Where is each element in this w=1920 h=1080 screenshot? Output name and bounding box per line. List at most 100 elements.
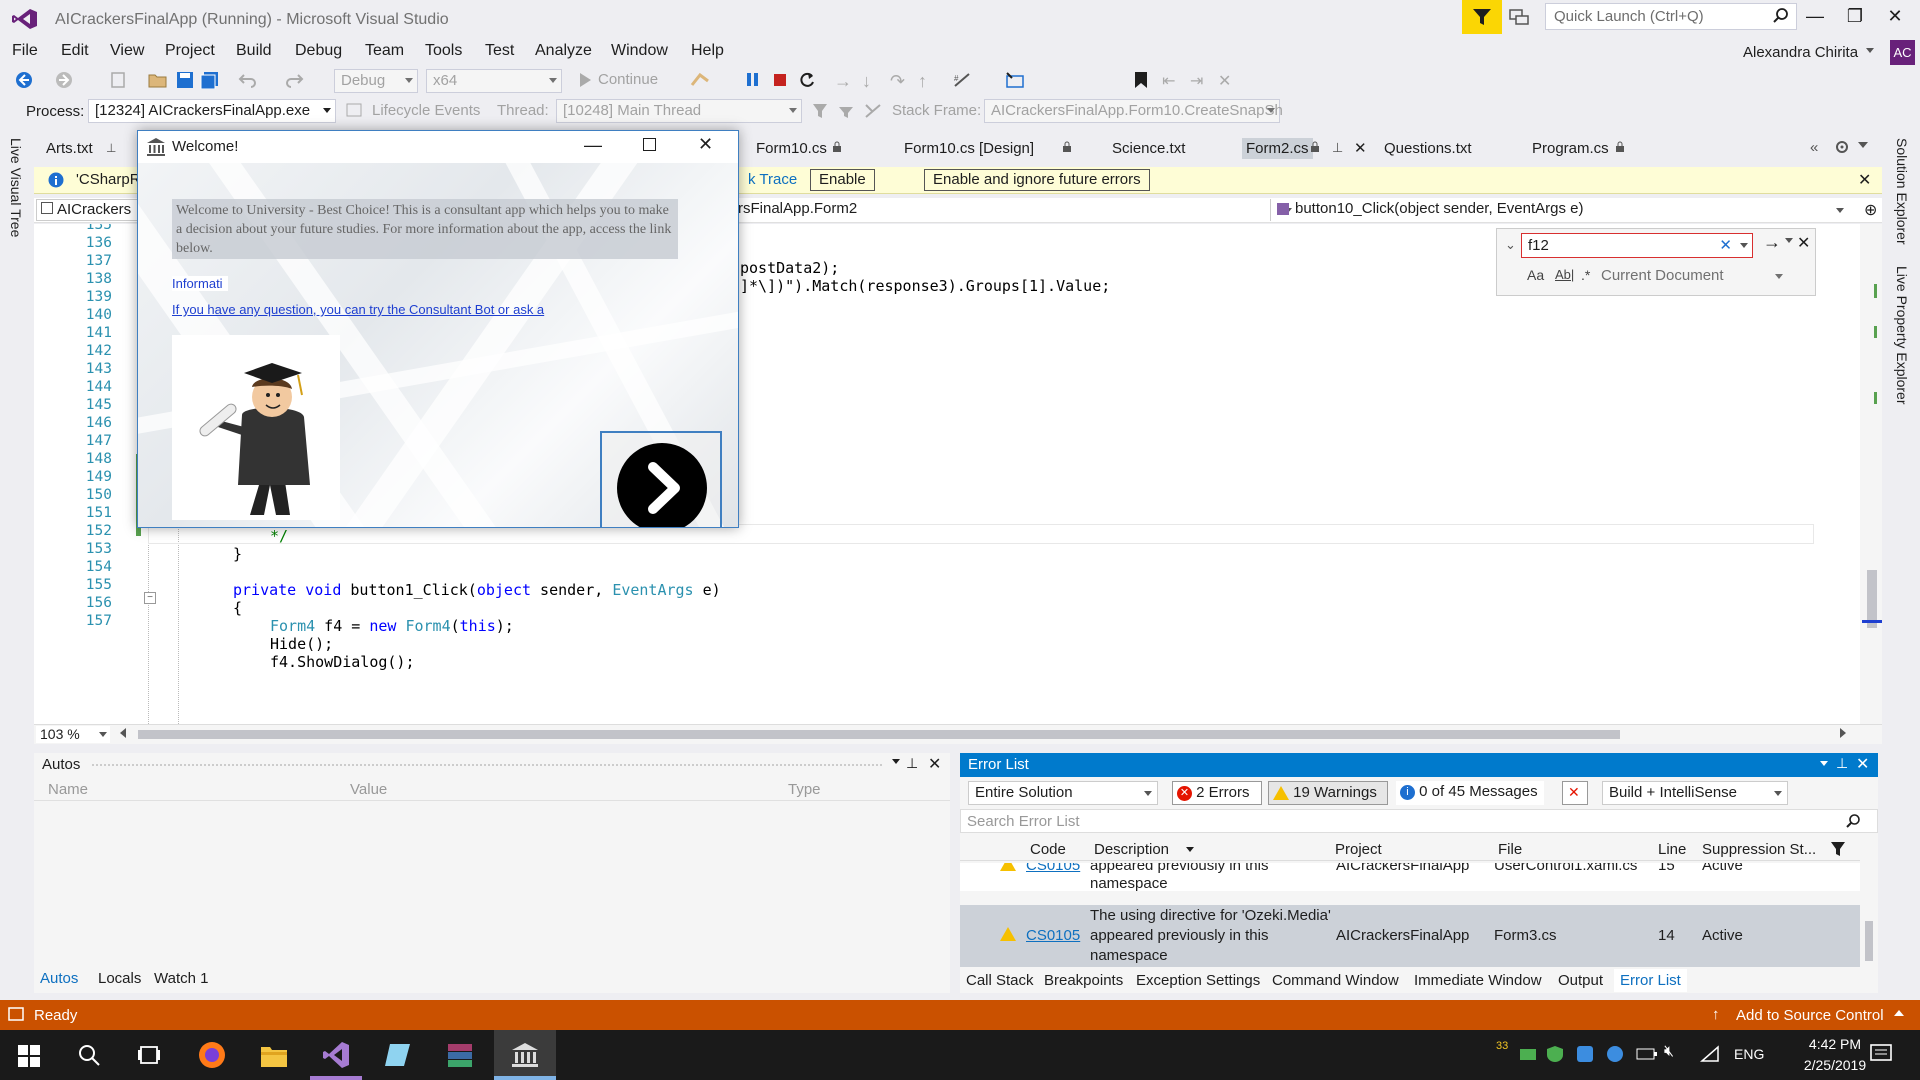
find-options-icon[interactable]: [1785, 238, 1793, 243]
menu-view[interactable]: View: [110, 42, 144, 60]
next-bookmark-icon[interactable]: ⇥: [1190, 71, 1203, 91]
undo-icon[interactable]: [238, 71, 258, 89]
column-name[interactable]: Name: [48, 781, 88, 798]
dialog-title-bar[interactable]: Welcome! — ✕: [138, 131, 738, 163]
filter-icon[interactable]: [1462, 0, 1502, 34]
dialog-maximize-button[interactable]: [643, 138, 656, 151]
tab-form2-cs[interactable]: Form2.cs: [1242, 138, 1313, 159]
column-suppression-state[interactable]: Suppression St...: [1702, 841, 1816, 858]
tab-autos[interactable]: Autos: [40, 970, 78, 987]
continue-button[interactable]: Continue: [598, 71, 658, 88]
clear-bookmarks-icon[interactable]: ✕: [1218, 71, 1231, 91]
restart-icon[interactable]: [798, 71, 816, 89]
menu-window[interactable]: Window: [611, 42, 668, 60]
close-panel-icon[interactable]: ✕: [1856, 754, 1869, 774]
build-filter-select[interactable]: Build + IntelliSense: [1602, 781, 1788, 805]
bookmark-icon[interactable]: [1134, 71, 1148, 89]
windows-start-icon[interactable]: [18, 1045, 40, 1067]
collapse-icon[interactable]: −: [144, 592, 156, 604]
pause-icon[interactable]: [746, 72, 760, 88]
pin-icon[interactable]: ⊥: [906, 755, 918, 772]
column-type[interactable]: Type: [788, 781, 821, 798]
maximize-button[interactable]: ❐: [1840, 6, 1870, 30]
tab-watch-1[interactable]: Watch 1: [154, 970, 208, 987]
menu-team[interactable]: Team: [365, 42, 404, 60]
process-select[interactable]: [12324] AICrackersFinalApp.exe: [88, 99, 336, 123]
clock-date[interactable]: 2/25/2019: [1796, 1057, 1874, 1073]
platform-select[interactable]: x64: [426, 69, 562, 93]
info-link[interactable]: Informati: [172, 276, 228, 291]
table-row[interactable]: CS0105 appeared previously in this names…: [960, 863, 1860, 891]
column-file[interactable]: File: [1498, 841, 1522, 858]
user-name[interactable]: Alexandra Chirita: [1743, 44, 1858, 61]
tab-call-stack[interactable]: Call Stack: [966, 972, 1034, 989]
stop-icon[interactable]: [773, 73, 787, 87]
close-button[interactable]: ✕: [1880, 6, 1910, 30]
drag-handle[interactable]: [92, 764, 882, 766]
regex-toggle[interactable]: .*: [1581, 267, 1590, 283]
match-case-toggle[interactable]: Aa: [1527, 267, 1544, 283]
flag-thread-toggle-icon[interactable]: [838, 103, 854, 119]
menu-edit[interactable]: Edit: [61, 42, 89, 60]
tab-program-cs[interactable]: Program.cs: [1532, 140, 1609, 157]
menu-tools[interactable]: Tools: [425, 42, 462, 60]
chevron-down-icon[interactable]: [1866, 48, 1874, 53]
column-code[interactable]: Code: [1030, 841, 1066, 858]
tray-icon[interactable]: [1518, 1046, 1538, 1062]
visual-studio-taskbar-icon[interactable]: [322, 1041, 350, 1069]
app-tray-icon[interactable]: [1576, 1045, 1594, 1063]
new-project-icon[interactable]: [110, 71, 128, 89]
step-out-icon[interactable]: ↑: [918, 71, 927, 92]
menu-project[interactable]: Project: [165, 42, 215, 60]
volume-icon[interactable]: 🔇︎: [1664, 1043, 1674, 1061]
column-value[interactable]: Value: [350, 781, 387, 798]
menu-build[interactable]: Build: [236, 42, 272, 60]
hex-display-icon[interactable]: #: [952, 71, 972, 89]
add-to-source-control-button[interactable]: Add to Source Control: [1736, 1007, 1884, 1024]
window-position-icon[interactable]: [1820, 761, 1828, 766]
error-list-scrollbar[interactable]: [1860, 837, 1878, 967]
open-file-icon[interactable]: [148, 71, 168, 89]
forward-icon[interactable]: [54, 70, 74, 90]
settings-icon[interactable]: [1834, 139, 1850, 155]
errors-filter-toggle[interactable]: ✕ 2 Errors: [1172, 781, 1262, 805]
column-description[interactable]: Description: [1094, 841, 1169, 858]
notepad-icon[interactable]: [384, 1042, 412, 1068]
split-window-icon[interactable]: ⊕: [1864, 200, 1877, 220]
window-position-icon[interactable]: [892, 759, 900, 764]
tab-output[interactable]: Output: [1558, 972, 1603, 989]
chevron-up-icon[interactable]: [1894, 1010, 1904, 1016]
tab-dropdown-icon[interactable]: [1858, 142, 1868, 148]
thread-select[interactable]: [10248] Main Thread: [556, 99, 802, 123]
show-threads-icon[interactable]: [864, 103, 882, 119]
clear-search-icon[interactable]: ✕: [1719, 236, 1732, 254]
show-next-statement-icon[interactable]: →: [834, 71, 852, 92]
file-explorer-icon[interactable]: [260, 1042, 288, 1068]
whole-word-toggle[interactable]: Ab|: [1555, 267, 1574, 282]
member-select[interactable]: button10_Click(object sender, EventArgs …: [1270, 199, 1850, 221]
diagnostic-tools-icon[interactable]: [1005, 71, 1025, 89]
save-icon[interactable]: [176, 71, 194, 89]
wifi-icon[interactable]: [1700, 1045, 1720, 1063]
scroll-left-icon[interactable]: [120, 728, 126, 738]
class-select[interactable]: rsFinalApp.Form2: [736, 199, 1296, 221]
minimize-button[interactable]: —: [1800, 6, 1830, 30]
next-button[interactable]: [600, 431, 722, 527]
tab-immediate-window[interactable]: Immediate Window: [1414, 972, 1542, 989]
configuration-select[interactable]: Debug: [334, 69, 418, 93]
previous-bookmark-icon[interactable]: ⇤: [1162, 71, 1175, 91]
feedback-icon[interactable]: [1508, 6, 1530, 28]
project-select[interactable]: AICrackers: [36, 199, 140, 221]
messages-filter-toggle[interactable]: i 0 of 45 Messages: [1396, 781, 1544, 805]
pin-icon[interactable]: ⊥: [1836, 755, 1848, 772]
find-input[interactable]: f12 ✕: [1521, 233, 1753, 258]
tab-form10-design[interactable]: Form10.cs [Design]: [904, 140, 1034, 157]
tab-questions-txt[interactable]: Questions.txt: [1384, 140, 1472, 157]
running-app-button[interactable]: [494, 1030, 556, 1080]
chevron-down-icon[interactable]: [1775, 274, 1783, 279]
step-into-icon[interactable]: ↓: [862, 71, 871, 92]
edge-tray-icon[interactable]: [1606, 1045, 1624, 1063]
firefox-icon[interactable]: [198, 1041, 226, 1069]
zoom-select[interactable]: 103 %: [36, 726, 110, 743]
menu-debug[interactable]: Debug: [295, 42, 342, 60]
